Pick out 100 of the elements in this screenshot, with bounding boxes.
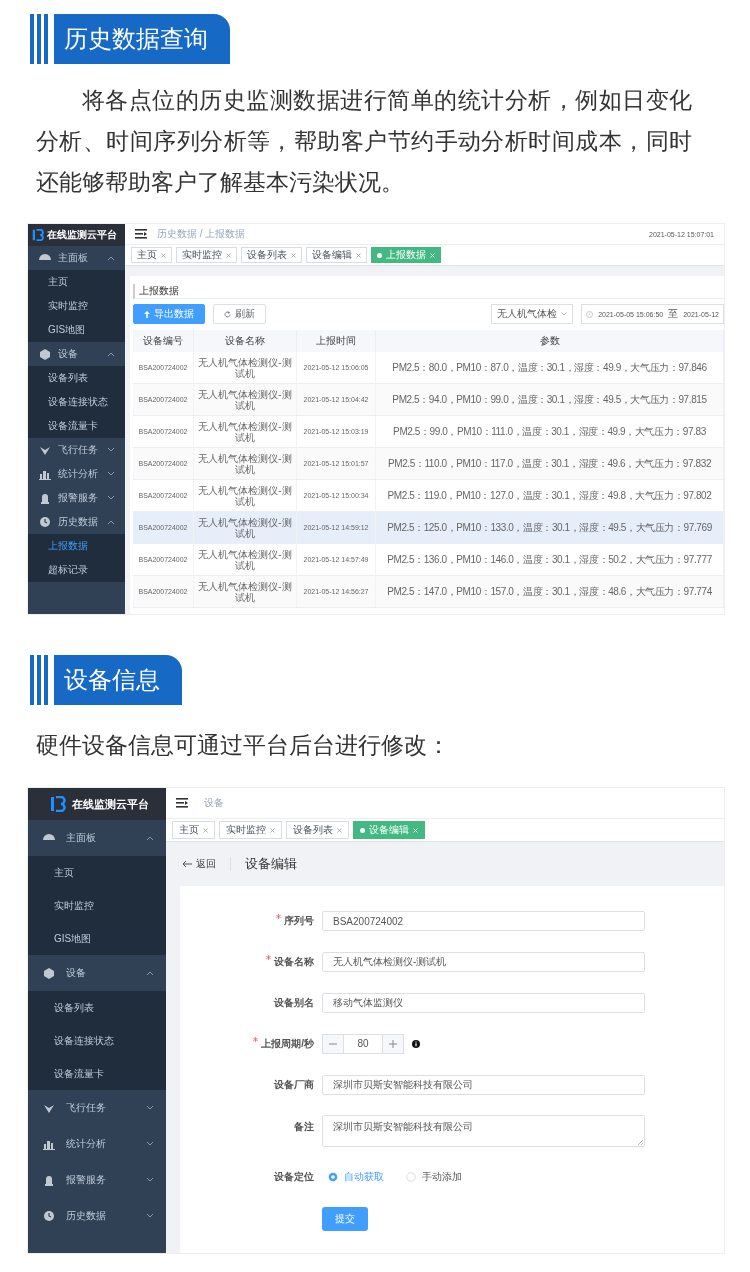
column-header: 参数: [375, 330, 724, 352]
info-icon: [412, 1040, 420, 1048]
sidebar-item[interactable]: 设备: [28, 955, 166, 991]
sidebar-item[interactable]: 历史数据: [28, 510, 125, 534]
chevron-down-icon: [146, 1213, 154, 1219]
sidebar-item[interactable]: 统计分析: [28, 1126, 166, 1162]
sidebar-subitem[interactable]: 设备流量卡: [28, 1057, 166, 1090]
sidebar-item[interactable]: 飞行任务: [28, 438, 125, 462]
chevron-up-icon: [107, 255, 115, 261]
sidebar-subitem[interactable]: 上报数据: [28, 534, 125, 558]
sidebar-subitem[interactable]: 主页: [28, 856, 166, 889]
upload-icon: [144, 310, 150, 318]
stripe-decoration: [30, 655, 50, 705]
table-cell: PM2.5：125.0，PM10：133.0，温度：30.1，湿度：49.5，大气压力：97.769: [375, 511, 724, 544]
section-title: 历史数据查询: [54, 14, 230, 64]
sidebar-subitem[interactable]: GIS地图: [28, 318, 125, 342]
table-cell: 无人机气体检测仪-测试机: [193, 352, 297, 384]
column-header: 上报时间: [296, 330, 376, 352]
sidebar-item[interactable]: 报警服务: [28, 1162, 166, 1198]
logo-icon: [32, 229, 44, 241]
chevron-down-icon: [146, 1141, 154, 1147]
column-header: 设备名称: [193, 330, 297, 352]
tab[interactable]: 主页: [131, 247, 172, 263]
close-icon: [337, 827, 342, 833]
hexagon-icon: [38, 347, 52, 361]
close-icon: [270, 827, 275, 833]
clock-icon: [42, 1209, 56, 1223]
dot-icon: [360, 827, 365, 833]
chevron-up-icon: [146, 835, 154, 841]
table-cell: PM2.5：136.0，PM10：146.0，温度：30.1，湿度：50.2，大气压力：97.777: [375, 543, 724, 576]
field-label: 备注: [294, 1121, 314, 1132]
radio-option[interactable]: 手动添加: [406, 1170, 462, 1184]
table-cell: PM2.5：80.0，PM10：87.0，温度：30.1，湿度：49.9，大气压力：97.846: [375, 352, 724, 384]
sidebar-item[interactable]: 主面板: [28, 246, 125, 270]
close-icon: [430, 252, 435, 258]
table-cell: PM2.5：110.0，PM10：117.0，温度：30.1，湿度：49.6，大气压力：97.832: [375, 447, 724, 480]
sidebar-subitem[interactable]: 设备流量卡: [28, 414, 125, 438]
table-cell: 无人机气体检测仪-测试机: [193, 543, 297, 576]
table-cell: 无人机气体检测仪-测试机: [193, 383, 297, 416]
chevron-up-icon: [107, 519, 115, 525]
sidebar-subitem[interactable]: 设备连接状态: [28, 1024, 166, 1057]
refresh-button[interactable]: 刷新: [213, 304, 266, 324]
stripe-decoration: [30, 14, 50, 64]
menu-icon[interactable]: [135, 229, 147, 239]
tab[interactable]: 实时监控: [219, 821, 282, 839]
table-cell: 无人机气体检测仪-测试机: [193, 511, 297, 544]
field-label: 设备名称: [274, 956, 314, 967]
close-icon: [161, 252, 166, 258]
sidebar-item[interactable]: 主面板: [28, 820, 166, 856]
device-select[interactable]: 无人机气体检: [491, 304, 574, 324]
sidebar-subitem[interactable]: GIS地图: [28, 922, 166, 955]
resize-handle-icon: [637, 1139, 643, 1145]
table-cell: 无人机气体检测仪-测试机: [193, 479, 297, 512]
tab[interactable]: 实时监控: [176, 247, 237, 263]
input-field[interactable]: 深圳市贝斯安智能科技有限公司: [322, 1075, 645, 1095]
input-field[interactable]: BSA200724002: [322, 911, 645, 931]
sidebar-item[interactable]: 报警服务: [28, 486, 125, 510]
chevron-down-icon: [107, 471, 115, 477]
table-cell: 无人机气体检测仪-测试机: [193, 415, 297, 448]
menu-icon[interactable]: [176, 798, 188, 808]
sidebar-subitem[interactable]: 设备连接状态: [28, 390, 125, 414]
clock-icon: [38, 515, 52, 529]
input-field[interactable]: 移动气体监测仪: [322, 993, 645, 1013]
field-label: 序列号: [284, 915, 314, 926]
sidebar-subitem[interactable]: 实时监控: [28, 294, 125, 318]
field-label: 设备定位: [274, 1171, 314, 1182]
sidebar-subitem[interactable]: 超标记录: [28, 558, 125, 582]
chevron-down-icon: [107, 447, 115, 453]
field-label: 设备厂商: [274, 1079, 314, 1090]
field-label: 设备别名: [274, 997, 314, 1008]
sidebar-item[interactable]: 设备: [28, 342, 125, 366]
sidebar-subitem[interactable]: 设备列表: [28, 366, 125, 390]
tab[interactable]: 设备列表: [286, 821, 349, 839]
table-cell: PM2.5：147.0，PM10：157.0，温度：30.1，湿度：48.6，大气压力：97.774: [375, 575, 724, 608]
bell-icon: [38, 491, 52, 505]
sidebar-subitem[interactable]: 设备列表: [28, 991, 166, 1024]
text-area[interactable]: 深圳市贝斯安智能科技有限公司: [322, 1115, 645, 1147]
sidebar-item[interactable]: 统计分析: [28, 462, 125, 486]
chevron-down-icon: [561, 312, 568, 316]
chevron-up-icon: [107, 351, 115, 357]
chevron-down-icon: [146, 1177, 154, 1183]
close-icon: [291, 252, 296, 258]
sidebar-item[interactable]: 历史数据: [28, 1198, 166, 1234]
close-icon: [226, 252, 231, 258]
close-icon: [203, 827, 208, 833]
tab[interactable]: 设备列表: [241, 247, 302, 263]
sidebar-subitem[interactable]: 主页: [28, 270, 125, 294]
sidebar-subitem[interactable]: 实时监控: [28, 889, 166, 922]
sidebar-item[interactable]: 飞行任务: [28, 1090, 166, 1126]
tab[interactable]: 主页: [172, 821, 215, 839]
plus-icon: [389, 1040, 397, 1048]
close-icon: [413, 827, 418, 833]
input-field[interactable]: 无人机气体检测仪-测试机: [322, 952, 645, 972]
hexagon-icon: [42, 966, 56, 980]
clock-icon: [586, 310, 594, 318]
close-icon: [356, 252, 361, 258]
app-title: 在线监测云平台: [72, 796, 149, 812]
back-link[interactable]: 返回: [182, 857, 216, 871]
table-cell: 无人机气体检测仪-测试机: [193, 575, 297, 608]
tab[interactable]: 设备编辑: [306, 247, 367, 263]
